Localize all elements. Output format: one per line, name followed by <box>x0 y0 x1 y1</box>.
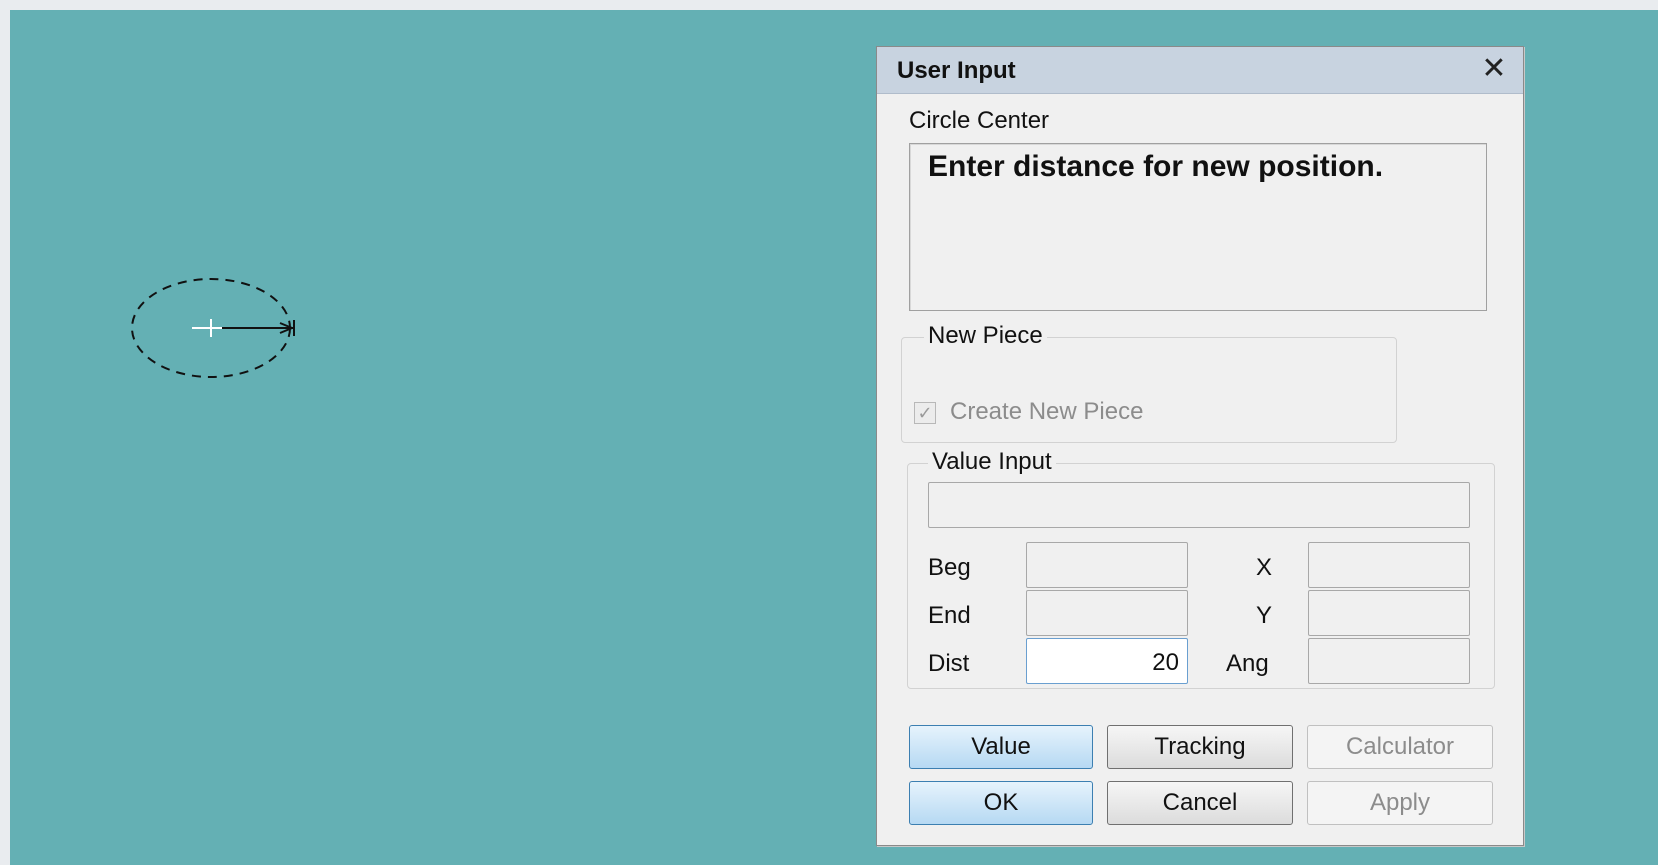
new-piece-legend: New Piece <box>924 322 1047 350</box>
ok-button[interactable]: OK <box>909 781 1093 825</box>
calculator-button[interactable]: Calculator <box>1307 725 1493 769</box>
close-icon[interactable]: ✕ <box>1477 51 1511 87</box>
value-input-group: Value Input Beg End Dist X Y Ang <box>907 448 1495 689</box>
dialog-caption: Circle Center <box>909 107 1050 134</box>
create-new-piece-label: Create New Piece <box>950 398 1144 425</box>
end-label: End <box>928 602 971 629</box>
dialog-title: User Input <box>897 57 1016 84</box>
user-input-dialog: User Input ✕ Circle Center Enter distanc… <box>876 46 1524 846</box>
beg-label: Beg <box>928 554 971 581</box>
x-label: X <box>1256 554 1273 581</box>
value-button[interactable]: Value <box>909 725 1093 769</box>
prompt-text: Enter distance for new position. <box>928 150 1384 183</box>
y-label: Y <box>1256 602 1273 629</box>
y-field[interactable] <box>1308 590 1470 636</box>
value-input-field[interactable] <box>928 482 1470 528</box>
dist-label: Dist <box>928 650 970 677</box>
ang-field[interactable] <box>1308 638 1470 684</box>
cancel-button[interactable]: Cancel <box>1107 781 1293 825</box>
beg-field[interactable] <box>1026 542 1188 588</box>
apply-button[interactable]: Apply <box>1307 781 1493 825</box>
dialog-title-bar[interactable]: User Input ✕ <box>877 47 1523 94</box>
prompt-box: Enter distance for new position. <box>909 143 1487 311</box>
x-field[interactable] <box>1308 542 1470 588</box>
ang-label: Ang <box>1226 650 1269 677</box>
value-input-legend: Value Input <box>928 448 1056 476</box>
dist-field[interactable] <box>1026 638 1188 684</box>
new-piece-group: New Piece ✓ Create New Piece <box>901 322 1397 443</box>
create-new-piece-checkbox[interactable]: ✓ <box>914 402 936 424</box>
tracking-button[interactable]: Tracking <box>1107 725 1293 769</box>
end-field[interactable] <box>1026 590 1188 636</box>
